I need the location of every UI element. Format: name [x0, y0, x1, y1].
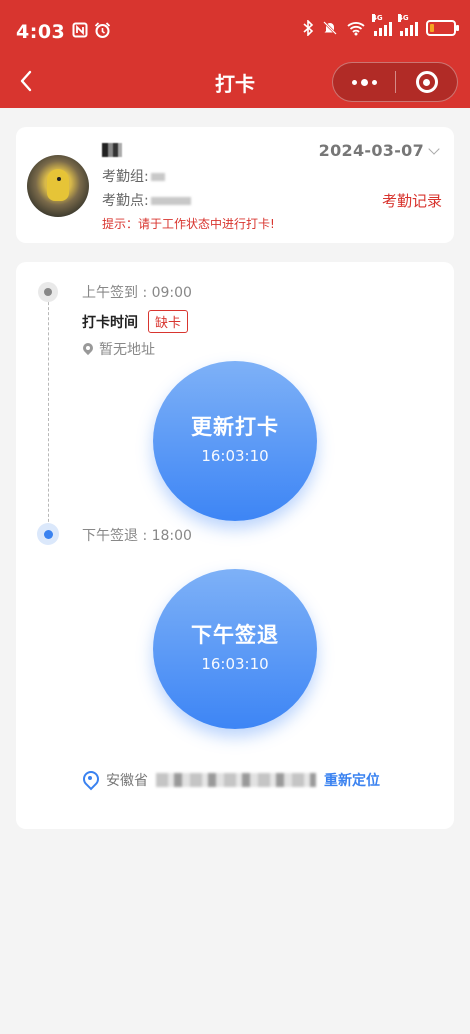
pm-checkout-button[interactable]: 下午签退 16:03:10 [153, 569, 317, 729]
pm-checkout-label: 下午签退 : 18:00 [82, 528, 192, 544]
am-checkin-label: 上午签到 : 09:00 [82, 285, 192, 301]
close-button[interactable] [396, 62, 457, 102]
wifi-icon [347, 22, 365, 36]
address-row: 暂无地址 [82, 339, 155, 359]
status-bar: 4:03 4G 4G [0, 0, 470, 56]
ring-center [423, 78, 430, 86]
avatar-figure [47, 169, 69, 201]
redacted-value [150, 197, 191, 205]
status-right-icons: 4G 4G [303, 14, 459, 36]
tip-text: 提示：请于工作状态中进行打卡! [102, 217, 275, 231]
more-dot [360, 78, 368, 86]
signal-label: 4G [398, 14, 409, 22]
attendance-point-label: 考勤点: [102, 193, 149, 209]
nfc-icon [72, 22, 88, 38]
pm-checkout-time: 16:03:10 [201, 655, 269, 673]
date-selector[interactable]: 2024-03-07 [318, 141, 440, 160]
signal-label: 4G [372, 14, 383, 22]
punch-card: 上午签到 : 09:00 打卡时间 缺卡 暂无地址 更新打卡 16:03:10 … [16, 262, 454, 829]
pm-checkout-label-text: 下午签退 [191, 623, 279, 647]
avatar [27, 155, 89, 217]
miniprogram-capsule [332, 62, 458, 102]
battery-icon [426, 20, 459, 36]
update-punch-label: 更新打卡 [191, 415, 279, 439]
location-redacted [156, 773, 316, 787]
attendance-point: 考勤点: [102, 190, 191, 210]
update-punch-button[interactable]: 更新打卡 16:03:10 [153, 361, 317, 521]
more-dots-icon [351, 79, 357, 85]
no-address-text: 暂无地址 [99, 342, 155, 358]
timeline-dot-pm [37, 523, 59, 545]
relocate-button[interactable]: 重新定位 [324, 770, 380, 790]
date-value: 2024-03-07 [318, 141, 424, 160]
bluetooth-icon [303, 20, 314, 36]
attendance-group: 考勤组: [102, 166, 165, 186]
more-dot [371, 79, 377, 85]
dot-core [43, 529, 53, 539]
location-province: 安徽省 [106, 773, 148, 789]
punch-time-row: 打卡时间 缺卡 [82, 310, 189, 333]
status-left-icons [72, 22, 111, 38]
current-location-row: 安徽省 重新定位 [82, 770, 380, 790]
battery-level [430, 24, 434, 32]
target-close-icon [415, 71, 438, 93]
signal-4g-icon: 4G [398, 14, 418, 36]
dot-core [44, 288, 52, 296]
update-punch-time: 16:03:10 [201, 447, 269, 465]
location-pin-icon [82, 343, 94, 355]
app-header: 4:03 4G 4G 打卡 [0, 0, 470, 108]
status-time: 4:03 [16, 21, 66, 43]
redacted-value [150, 173, 165, 181]
attendance-records-link[interactable]: 考勤记录 [382, 190, 442, 211]
chevron-down-icon [428, 142, 440, 155]
mute-icon [323, 21, 337, 35]
user-info-card: 考勤组: 考勤点: 提示：请于工作状态中进行打卡! 2024-03-07 考勤记… [16, 127, 454, 243]
attendance-group-label: 考勤组: [102, 169, 149, 185]
more-button[interactable] [333, 62, 395, 102]
nav-bar: 打卡 [0, 56, 470, 108]
avatar-eye [57, 177, 61, 181]
signal-4g-icon: 4G [372, 14, 392, 36]
missing-badge: 缺卡 [148, 310, 189, 333]
punch-time-label: 打卡时间 [82, 314, 138, 331]
location-marker-icon [82, 771, 98, 789]
timeline-line [48, 292, 49, 537]
alarm-icon [94, 22, 111, 38]
user-name-redacted [102, 143, 122, 157]
timeline-dot-am [38, 282, 58, 302]
